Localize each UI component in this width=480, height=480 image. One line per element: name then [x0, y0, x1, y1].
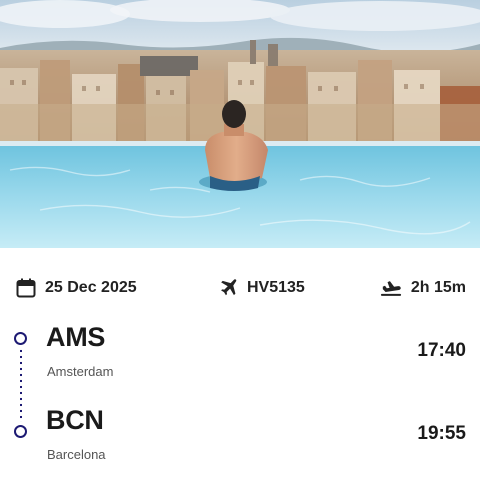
airplane-icon: [218, 278, 238, 298]
flight-date-text: 25 Dec 2025: [45, 279, 137, 296]
flight-duration-text: 2h 15m: [410, 279, 466, 296]
origin-airport-code: AMS: [46, 322, 106, 352]
destination-marker: [14, 425, 27, 438]
flight-date: 25 Dec 2025: [16, 276, 137, 300]
plane-landing-icon: [380, 278, 402, 298]
destination-airport-code: BCN: [46, 405, 104, 435]
flight-number-text: HV5135: [247, 279, 305, 296]
flight-duration: 2h 15m: [380, 276, 466, 300]
calendar-icon: [16, 278, 36, 298]
arrival-time: 19:55: [417, 423, 466, 444]
route-dotted-line: [20, 348, 22, 422]
destination-hero-image: [0, 0, 480, 248]
origin-city: Amsterdam: [47, 364, 114, 379]
origin-marker: [14, 332, 27, 345]
flight-route: AMS Amsterdam 17:40 BCN Barcelona 19:55: [0, 318, 480, 468]
departure-time: 17:40: [417, 340, 466, 361]
flight-number: HV5135: [218, 276, 305, 300]
flight-card-screen: 25 Dec 2025 HV5135 2h 15m AMS Amsterdam …: [0, 0, 480, 480]
hero-photo: [0, 0, 480, 248]
destination-city: Barcelona: [47, 447, 106, 462]
flight-summary: 25 Dec 2025 HV5135 2h 15m: [16, 276, 466, 300]
